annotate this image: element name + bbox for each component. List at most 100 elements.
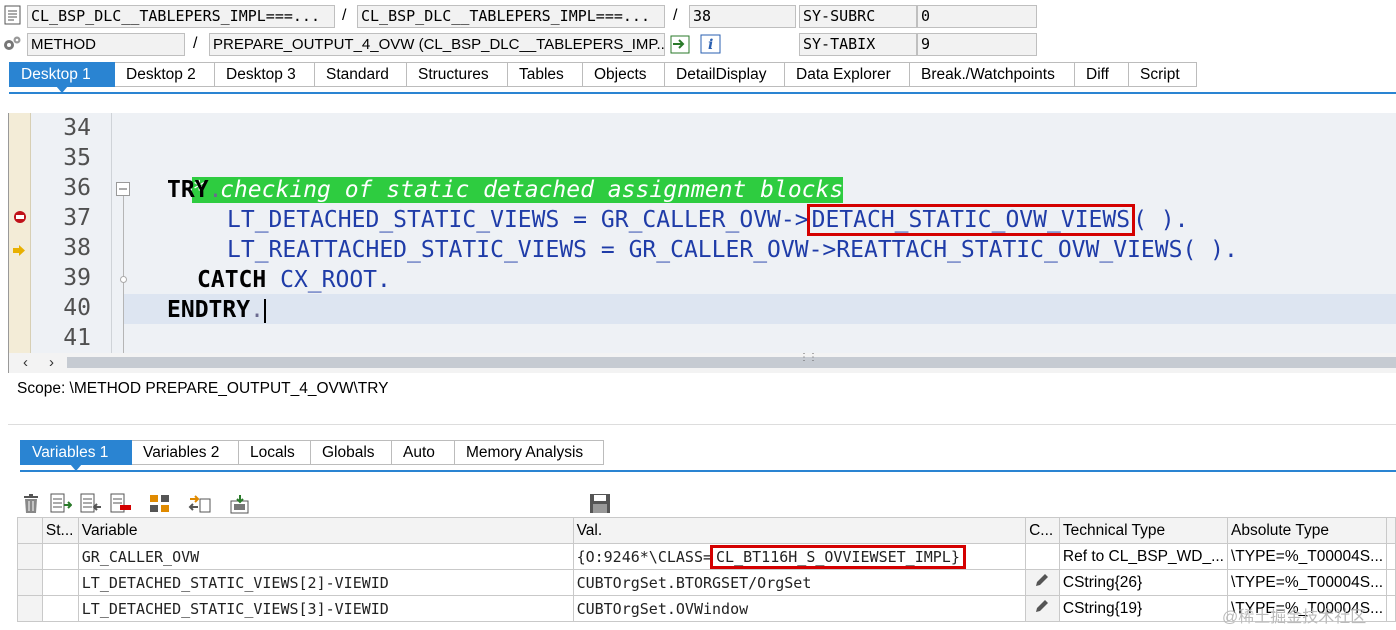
overflow-cell xyxy=(1386,569,1396,596)
column-header-technical-type[interactable]: Technical Type xyxy=(1058,517,1228,544)
column-header-variable[interactable]: Variable xyxy=(77,517,574,544)
save-icon[interactable] xyxy=(589,493,611,518)
scroll-grip-icon: ⋮⋮ xyxy=(799,352,818,363)
fold-line xyxy=(123,196,124,353)
edit-pencil-icon[interactable] xyxy=(1033,574,1051,593)
navigate-icon[interactable] xyxy=(670,35,690,58)
row-selector-header[interactable] xyxy=(17,517,43,544)
change-cell xyxy=(1025,543,1060,570)
horizontal-scrollbar[interactable]: ‹ › ⋮⋮ xyxy=(8,352,1396,373)
tab-data-explorer[interactable]: Data Explorer xyxy=(785,62,910,87)
change-cell[interactable] xyxy=(1025,595,1060,622)
trash-icon[interactable] xyxy=(21,493,41,518)
column-header-absolute-type[interactable]: Absolute Type xyxy=(1226,517,1388,544)
technical-type-cell: CString{19} xyxy=(1058,595,1228,622)
gutter-divider xyxy=(111,113,112,353)
tab-script[interactable]: Script xyxy=(1129,62,1197,87)
program-field[interactable]: CL_BSP_DLC__TABLEPERS_IMPL===... xyxy=(27,5,335,28)
table-row[interactable]: LT_DETACHED_STATIC_VIEWS[3]-VIEWID CUBTO… xyxy=(17,595,1396,622)
variable-tabs: Variables 1 Variables 2 Locals Globals A… xyxy=(20,440,604,471)
value-cell[interactable]: CUBTOrgSet.BTORGSET/OrgSet xyxy=(572,569,1027,596)
keyword-try: TRY xyxy=(167,177,209,203)
table-row[interactable]: GR_CALLER_OVW {O:9246*\CLASS= CL_BT116H_S… xyxy=(17,543,1396,570)
watermark: @稀土掘金技术社区 xyxy=(1222,609,1367,626)
variable-cell[interactable]: LT_DETACHED_STATIC_VIEWS[2]-VIEWID xyxy=(77,569,574,596)
svg-text:i: i xyxy=(708,37,713,53)
insert-row-icon[interactable] xyxy=(50,493,73,518)
document-icon xyxy=(4,5,21,29)
row-selector[interactable] xyxy=(17,543,43,570)
value-cell[interactable]: {O:9246*\CLASS= CL_BT116H_S_OVVIEWSET_IMP… xyxy=(572,543,1027,570)
include-field[interactable]: CL_BSP_DLC__TABLEPERS_IMPL===... xyxy=(357,5,665,28)
status-cell xyxy=(41,569,79,596)
tab-diff[interactable]: Diff xyxy=(1075,62,1129,87)
row-selector[interactable] xyxy=(17,595,43,622)
info-icon[interactable]: i xyxy=(700,34,721,58)
tab-memory-analysis[interactable]: Memory Analysis xyxy=(455,440,604,465)
scroll-right-icon[interactable]: › xyxy=(49,353,54,373)
sy-tabix-value: 9 xyxy=(917,33,1037,56)
scroll-thumb[interactable]: ⋮⋮ xyxy=(67,352,1396,368)
event-type-field[interactable]: METHOD xyxy=(27,33,185,56)
edit-pencil-icon[interactable] xyxy=(1033,600,1051,619)
tab-desktop-1[interactable]: Desktop 1 xyxy=(9,62,115,93)
code-line-38: LT_REATTACHED_STATIC_VIEWS = GR_CALLER_O… xyxy=(227,237,1238,263)
scope-text: Scope: \METHOD PREPARE_OUTPUT_4_OVW\TRY xyxy=(17,380,389,397)
variables-table: St... Variable Val. C... Technical Type … xyxy=(17,517,1396,622)
line-number: 38 xyxy=(63,235,91,261)
change-cell[interactable] xyxy=(1025,569,1060,596)
highlighted-class-value: CL_BT116H_S_OVVIEWSET_IMPL} xyxy=(710,544,966,569)
var-tab-underline xyxy=(20,470,1396,472)
row-selector[interactable] xyxy=(17,569,43,596)
tab-standard[interactable]: Standard xyxy=(315,62,407,87)
tab-auto[interactable]: Auto xyxy=(392,440,455,465)
column-header-overflow xyxy=(1386,517,1396,544)
code-dot: . xyxy=(250,297,264,323)
tab-variables-2[interactable]: Variables 2 xyxy=(132,440,239,465)
event-field[interactable]: PREPARE_OUTPUT_4_OVW (CL_BSP_DLC__TABLEP… xyxy=(209,33,665,56)
line-number: 37 xyxy=(63,205,91,231)
tab-desktop-3[interactable]: Desktop 3 xyxy=(215,62,315,87)
variable-cell[interactable]: GR_CALLER_OVW xyxy=(77,543,574,570)
technical-type-cell: CString{26} xyxy=(1058,569,1228,596)
code-assignment: LT_DETACHED_STATIC_VIEWS = GR_CALLER_OVW… xyxy=(227,207,809,233)
value-cell[interactable]: CUBTOrgSet.OVWindow xyxy=(572,595,1027,622)
append-row-icon[interactable] xyxy=(80,493,102,518)
scroll-left-icon[interactable]: ‹ xyxy=(23,353,28,373)
tab-detaildisplay[interactable]: DetailDisplay xyxy=(665,62,785,87)
desktop-tabs: Desktop 1 Desktop 2 Desktop 3 Standard S… xyxy=(9,62,1197,93)
text-cursor xyxy=(263,298,266,323)
tab-locals[interactable]: Locals xyxy=(239,440,311,465)
tab-structures[interactable]: Structures xyxy=(407,62,508,87)
transfer-icon[interactable] xyxy=(188,493,212,518)
tab-desktop-2[interactable]: Desktop 2 xyxy=(115,62,215,87)
absolute-type-cell: \TYPE=%_T00004S... xyxy=(1226,569,1388,596)
overflow-cell xyxy=(1386,543,1396,570)
code-line-39: CATCH CX_ROOT. xyxy=(197,265,391,295)
sy-subrc-value: 0 xyxy=(917,5,1037,28)
delete-row-icon[interactable] xyxy=(110,493,132,518)
current-line-highlight xyxy=(123,294,1396,324)
tab-breakpoints[interactable]: Break./Watchpoints xyxy=(910,62,1075,87)
gears-icon xyxy=(2,35,22,57)
table-row[interactable]: LT_DETACHED_STATIC_VIEWS[2]-VIEWID CUBTO… xyxy=(17,569,1396,596)
compare-icon[interactable] xyxy=(148,493,172,518)
line-number-field[interactable]: 38 xyxy=(689,5,796,28)
column-header-change[interactable]: C... xyxy=(1025,517,1060,544)
table-header-row: St... Variable Val. C... Technical Type … xyxy=(17,517,1396,544)
tab-objects[interactable]: Objects xyxy=(583,62,665,87)
code-call-parens: ( ). xyxy=(1133,207,1189,233)
column-header-value[interactable]: Val. xyxy=(572,517,1027,544)
export-icon[interactable] xyxy=(228,493,252,518)
code-editor[interactable]: 34 35 36 37 38 39 40 41 * checking of st… xyxy=(8,113,1396,353)
tab-variables-1[interactable]: Variables 1 xyxy=(20,440,132,471)
line-number: 41 xyxy=(63,325,91,351)
tab-globals[interactable]: Globals xyxy=(311,440,392,465)
absolute-type-cell: \TYPE=%_T00004S... xyxy=(1226,543,1388,570)
tab-tables[interactable]: Tables xyxy=(508,62,583,87)
variable-cell[interactable]: LT_DETACHED_STATIC_VIEWS[3]-VIEWID xyxy=(77,595,574,622)
code-line-36: TRY. xyxy=(167,175,222,205)
value-prefix: {O:9246*\CLASS= xyxy=(576,547,713,566)
line-number: 40 xyxy=(63,295,91,321)
column-header-status[interactable]: St... xyxy=(41,517,79,544)
